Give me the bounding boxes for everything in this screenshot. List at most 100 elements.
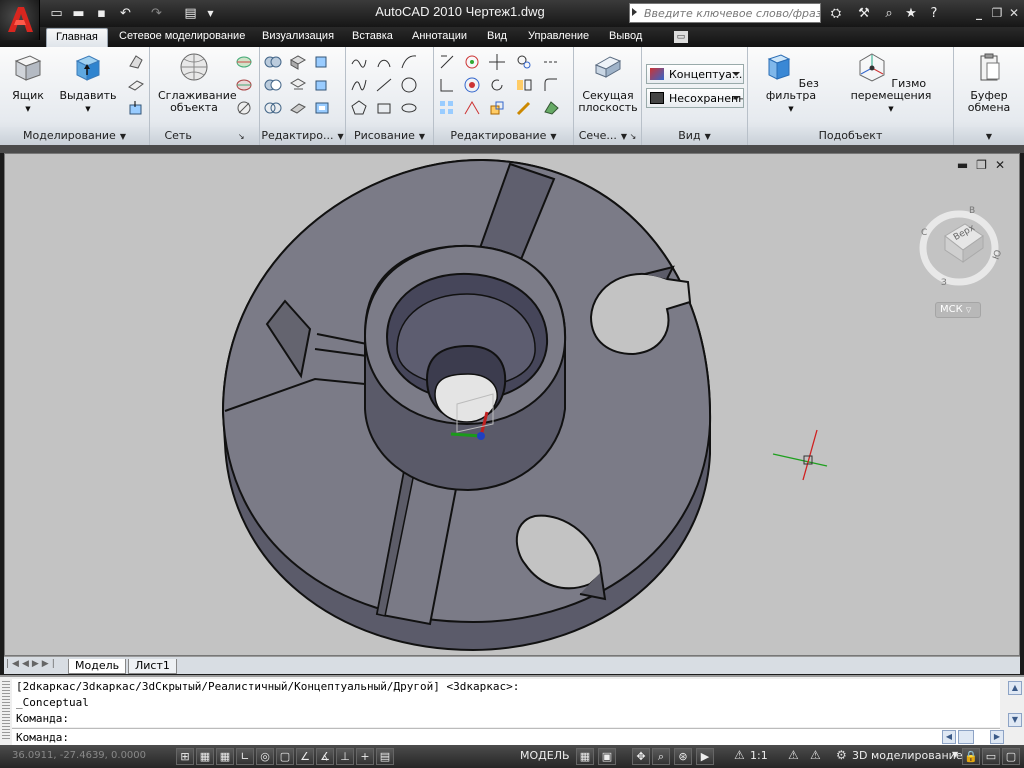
viewcube[interactable]: Верх В Ю З С (919, 206, 1004, 288)
workspace-gear-icon[interactable]: ⚙ (836, 748, 847, 762)
3d-align-icon[interactable] (462, 75, 482, 95)
command-grip[interactable] (2, 681, 10, 741)
ucs-menu[interactable]: МСК ▽ (935, 302, 981, 318)
open-file-icon[interactable]: ▬ (70, 5, 87, 22)
panel-label-view[interactable]: Вид ▼ (642, 127, 747, 145)
clipboard-dropdown[interactable]: ▼ (954, 127, 1024, 145)
tab-model[interactable]: Модель (68, 659, 127, 674)
compass-north[interactable]: С (921, 228, 927, 238)
ribbon-minimize-icon[interactable]: ▭ (674, 31, 688, 43)
erase-icon[interactable] (541, 98, 561, 118)
panel-label-mesh[interactable]: Сеть ↘ (150, 127, 259, 145)
lock-icon[interactable]: 🔒 (962, 748, 980, 765)
extrude-faces-icon[interactable] (312, 75, 332, 95)
separate-icon[interactable] (312, 52, 332, 72)
circle-icon[interactable] (399, 75, 419, 95)
communication-center-icon[interactable]: ⌕ (880, 5, 898, 22)
visual-style-dropdown[interactable]: Концептуа... (646, 64, 744, 84)
no-filter-button[interactable]: Без фильтра ▼ (754, 51, 828, 115)
minimize-icon[interactable]: _ (970, 5, 988, 21)
coordinates-readout[interactable]: 36.0911, -27.4639, 0.0000 (12, 750, 146, 761)
new-file-icon[interactable]: ▭ (48, 5, 65, 22)
favorites-star-icon[interactable]: ★ (902, 5, 920, 22)
steering-wheel-icon[interactable]: ✥ (632, 748, 650, 765)
helix-icon[interactable] (374, 52, 394, 72)
scroll-up-icon[interactable]: ▲ (1008, 681, 1022, 695)
tab-home[interactable]: Главная (46, 28, 108, 47)
tab-view[interactable]: Вид (487, 28, 507, 47)
layout-nav-arrows[interactable]: |◀◀▶▶| (6, 659, 58, 669)
3d-rotate-icon[interactable] (462, 52, 482, 72)
ellipse-icon[interactable] (399, 98, 419, 118)
smooth-object-button[interactable]: Сглаживание объекта (154, 51, 237, 114)
polar-tracking-icon[interactable]: ◎ (256, 748, 274, 765)
annotation-visibility-icon[interactable]: ⚠ (788, 748, 799, 762)
quick-access-dropdown-icon[interactable]: ▼ (202, 5, 219, 22)
extend-icon[interactable] (541, 52, 561, 72)
compass-east[interactable]: В (969, 206, 975, 216)
scroll-down-icon[interactable]: ▼ (1008, 713, 1022, 727)
scroll-right-icon[interactable]: ▶ (990, 730, 1004, 744)
3d-osnap-icon[interactable]: ∠ (296, 748, 314, 765)
tab-layout1[interactable]: Лист1 (128, 659, 177, 674)
mirror-icon[interactable] (514, 75, 534, 95)
extrude-button[interactable]: Выдавить ▼ (58, 51, 118, 115)
panel-label-solid-editing[interactable]: Редактиро... ▼ (260, 127, 345, 145)
polygon-icon[interactable] (349, 98, 369, 118)
mesh-box-icon[interactable] (234, 52, 254, 72)
mesh-refine-icon[interactable] (234, 75, 254, 95)
grid-icon[interactable]: ▦ (216, 748, 234, 765)
auto-scale-icon[interactable]: ⚠ (810, 748, 821, 762)
annotation-scale-icon[interactable]: ⚠ (734, 748, 745, 762)
move-gizmo-button[interactable]: Гизмо перемещения ▼ (836, 51, 946, 115)
annotation-scale[interactable]: 1:1 (750, 749, 768, 762)
save-icon[interactable]: ▪ (93, 5, 110, 22)
offset-icon[interactable] (514, 52, 534, 72)
zoom-icon[interactable]: ⌕ (652, 748, 670, 765)
chamfer-icon[interactable] (437, 75, 457, 95)
3d-mirror-icon[interactable] (462, 98, 482, 118)
slice-icon[interactable] (288, 98, 308, 118)
spline-icon[interactable] (349, 75, 369, 95)
panel-label-section[interactable]: Сече... ▼ ↘ (574, 127, 641, 145)
clean-screen-icon[interactable]: ▢ (1002, 748, 1020, 765)
redo-icon[interactable]: ↷ (148, 5, 165, 22)
ducs-icon[interactable]: ⊥ (336, 748, 354, 765)
presspull-icon[interactable] (126, 75, 146, 95)
application-menu-button[interactable] (0, 0, 40, 40)
quick-view-layouts-icon[interactable]: ▦ (576, 748, 594, 765)
scroll-left-icon[interactable]: ◀ (942, 730, 956, 744)
plot-icon[interactable]: ▤ (182, 5, 199, 22)
union-icon[interactable] (263, 52, 283, 72)
box-button[interactable]: Ящик ▼ (8, 51, 48, 115)
search-expand-icon[interactable] (632, 8, 637, 16)
panel-label-modeling[interactable]: Моделирование ▼ (0, 127, 149, 145)
polyline-icon[interactable] (349, 52, 369, 72)
infer-constraints-icon[interactable]: ⊞ (176, 748, 194, 765)
trim-icon[interactable] (541, 75, 561, 95)
workspace-switch[interactable]: 3D моделирование (852, 749, 963, 762)
rectangle-icon[interactable] (374, 98, 394, 118)
tab-output[interactable]: Вывод (609, 28, 642, 47)
shell-icon[interactable] (312, 98, 332, 118)
section-plane-button[interactable]: Секущая плоскость (576, 51, 640, 114)
panel-label-modify[interactable]: Редактирование ▼ (434, 127, 573, 145)
dyn-input-icon[interactable]: + (356, 748, 374, 765)
ortho-icon[interactable]: ∟ (236, 748, 254, 765)
stretch-icon[interactable] (514, 98, 534, 118)
mesh-crease-icon[interactable] (234, 98, 254, 118)
snap-icon[interactable]: ▦ (196, 748, 214, 765)
intersect-icon[interactable] (263, 98, 283, 118)
infocenter-search-icon[interactable]: ⛭ (827, 5, 845, 22)
arc-icon[interactable] (399, 52, 419, 72)
clipboard-button[interactable]: Буфер обмена (958, 51, 1020, 114)
showmotion-icon[interactable]: ▶ (696, 748, 714, 765)
sweep-icon[interactable] (126, 98, 146, 118)
panel-label-draw[interactable]: Рисование ▼ (346, 127, 433, 145)
drawing-viewport[interactable]: ▬❐✕ Верх В Ю З С МСК ▽ (4, 153, 1020, 656)
named-view-dropdown[interactable]: Несохраненн (646, 88, 744, 108)
quick-view-drawings-icon[interactable]: ▣ (598, 748, 616, 765)
move-icon[interactable] (487, 52, 507, 72)
hardware-acceleration-icon[interactable]: ▭ (982, 748, 1000, 765)
tab-mesh-modeling[interactable]: Сетевое моделирование (119, 28, 245, 47)
